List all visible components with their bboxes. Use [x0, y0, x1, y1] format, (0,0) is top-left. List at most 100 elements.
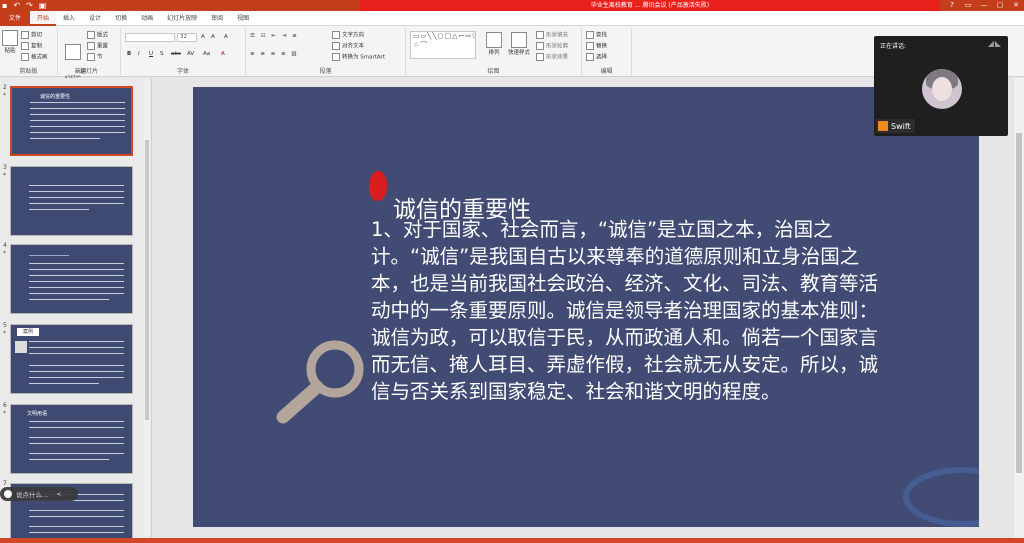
thumbnail-text-line	[29, 197, 124, 198]
thumbnail-slide-5[interactable]: 案例	[10, 324, 133, 394]
layout-button[interactable]: 版式	[87, 31, 108, 40]
present-icon[interactable]: ▣	[39, 0, 47, 11]
thumbnail-star: *	[3, 172, 6, 179]
outline-icon	[536, 42, 544, 50]
replace-icon	[586, 42, 594, 50]
undo-icon[interactable]: ↶	[13, 0, 20, 11]
minimize-button[interactable]: —	[976, 0, 992, 11]
panel-collapse-icon[interactable]: ◢◣	[988, 39, 1002, 48]
thumbnail-text-line	[29, 203, 124, 204]
shape-effects-button[interactable]: 形状效果	[536, 53, 568, 62]
smartart-button[interactable]: 转换为 SmartArt	[332, 53, 385, 62]
thumbnail-text-line	[30, 114, 125, 115]
align-buttons[interactable]: ≡ ≡ ≡ ≡ ▥	[250, 50, 299, 58]
thumbnail-slide-2[interactable]: 诚信的重要性	[10, 86, 133, 156]
tab-slideshow[interactable]: 幻灯片放映	[160, 11, 204, 26]
tab-design[interactable]: 设计	[82, 11, 108, 26]
thumbnail-scrollbar[interactable]	[144, 80, 150, 536]
thumbnail-text-line	[29, 443, 124, 444]
select-button[interactable]: 选择	[586, 53, 607, 62]
redo-icon[interactable]: ↷	[26, 0, 33, 11]
thumbnail-slide-4[interactable]	[10, 244, 133, 314]
status-bar	[0, 538, 1024, 543]
thumbnail-number: 5	[3, 322, 7, 329]
section-button[interactable]: 节	[87, 53, 103, 62]
align-text-button[interactable]: 对齐文本	[332, 42, 364, 51]
collapse-arrow-icon[interactable]: <	[56, 490, 61, 498]
save-icon[interactable]: ▪	[2, 0, 7, 11]
shape-outline-button[interactable]: 形状轮廓	[536, 42, 568, 51]
find-button[interactable]: 查找	[586, 31, 607, 40]
slides-group: 新建 幻灯片 版式 重置 节 幻灯片	[58, 28, 121, 82]
tab-transitions[interactable]: 切换	[108, 11, 134, 26]
quick-styles-button[interactable]: 快速样式	[506, 32, 532, 57]
clear-format-button[interactable]: A	[224, 33, 228, 41]
tab-view[interactable]: 视图	[230, 11, 256, 26]
ribbon-display-button[interactable]: ▭	[960, 0, 976, 11]
brush-icon	[21, 53, 29, 61]
thumbnail-slide-6[interactable]: 文明用语	[10, 404, 133, 474]
paste-icon	[2, 30, 18, 46]
strikethrough-button[interactable]: abc	[171, 50, 181, 58]
font-size-box[interactable]: 32	[177, 33, 197, 42]
clipboard-group-label: 剪贴板	[19, 68, 38, 75]
tab-insert[interactable]: 插入	[56, 11, 82, 26]
thumbnail-pane[interactable]: 2 * 诚信的重要性 3 * 4 * 5 * 案例 6 * 文明用语 7	[0, 78, 152, 538]
slide-canvas[interactable]: 诚信的重要性 1、对于国家、社会而言，“诚信”是立国之本，治国之计。“诚信”是我…	[193, 87, 979, 527]
text-direction-icon	[332, 31, 340, 39]
thumbnail-text-line	[30, 138, 100, 139]
cut-button[interactable]: 剪切	[21, 31, 42, 40]
close-button[interactable]: ✕	[1008, 0, 1024, 11]
shrink-font-button[interactable]: A	[211, 33, 215, 41]
arrange-button[interactable]: 排列	[484, 32, 504, 57]
bold-button[interactable]: B	[127, 50, 131, 58]
maximize-button[interactable]: ▢	[992, 0, 1008, 11]
underline-button[interactable]: U	[149, 50, 153, 58]
char-spacing-button[interactable]: AV	[187, 50, 194, 58]
replace-button[interactable]: 替换	[586, 42, 607, 51]
grow-font-button[interactable]: A	[201, 33, 205, 41]
speaker-name: Swift	[891, 121, 911, 131]
font-name-box[interactable]	[125, 33, 175, 42]
help-button[interactable]: ?	[944, 0, 960, 11]
shape-fill-button[interactable]: 形状填充	[536, 31, 568, 40]
shapes-gallery[interactable]: ▭▱╲╲○□△⌐⇨⬠⇩☆ℓ{}☆⌒	[410, 31, 476, 59]
thumbnail-picture	[15, 341, 27, 353]
paste-button[interactable]: 粘贴	[2, 30, 18, 55]
thumbnail-text-line	[30, 102, 125, 103]
ribbon-tabs: 文件 开始 插入 设计 切换 动画 幻灯片放映 审阅 视图	[0, 10, 1024, 26]
thumbnail-text-line	[29, 293, 124, 294]
thumbnail-text-line	[29, 526, 124, 527]
chat-placeholder: 说点什么...	[16, 491, 49, 499]
magnifier-icon	[276, 340, 364, 424]
emoji-icon[interactable]	[4, 490, 12, 498]
text-direction-button[interactable]: 文字方向	[332, 31, 364, 40]
tab-review[interactable]: 审阅	[204, 11, 230, 26]
slide-body-text[interactable]: 1、对于国家、社会而言，“诚信”是立国之本，治国之计。“诚信”是我国自古以来尊奉…	[371, 216, 886, 405]
font-color-button[interactable]: A	[221, 50, 225, 58]
thumbnail-text-line	[29, 371, 124, 372]
italic-button[interactable]: I	[138, 50, 140, 58]
chat-input-pill[interactable]: 说点什么... <	[0, 487, 78, 501]
scissors-icon	[21, 31, 29, 39]
speaking-label: 正在讲话:	[880, 43, 907, 50]
thumbnail-star: *	[3, 250, 6, 257]
title-bar: ▪ ↶ ↷ ▣ 毕业生离校教育 ... 腾讯会议 (产品激活失败) ? ▭ — …	[0, 0, 1024, 11]
speaker-tag: Swift	[876, 119, 915, 133]
thumbnail-title: 诚信的重要性	[40, 94, 71, 100]
thumbnail-number: 6	[3, 402, 7, 409]
shadow-button[interactable]: S	[160, 50, 164, 58]
change-case-button[interactable]: Aa	[203, 50, 210, 58]
reset-button[interactable]: 重置	[87, 42, 108, 51]
tab-file[interactable]: 文件	[0, 10, 31, 26]
slide-scroll-thumb[interactable]	[1016, 133, 1022, 473]
copy-button[interactable]: 复制	[21, 42, 42, 51]
meeting-speaker-panel[interactable]: 正在讲话: ◢◣ Swift	[874, 36, 1008, 136]
tab-home[interactable]: 开始	[30, 10, 57, 26]
list-buttons[interactable]: ☰ ☷ ⇤ ⇥ ≡	[250, 32, 299, 40]
thumbnail-slide-3[interactable]	[10, 166, 133, 236]
format-painter-button[interactable]: 格式刷	[21, 53, 48, 62]
thumbnail-scroll-thumb[interactable]	[145, 140, 149, 420]
slide-scrollbar[interactable]	[1014, 78, 1024, 538]
tab-animations[interactable]: 动画	[134, 11, 160, 26]
